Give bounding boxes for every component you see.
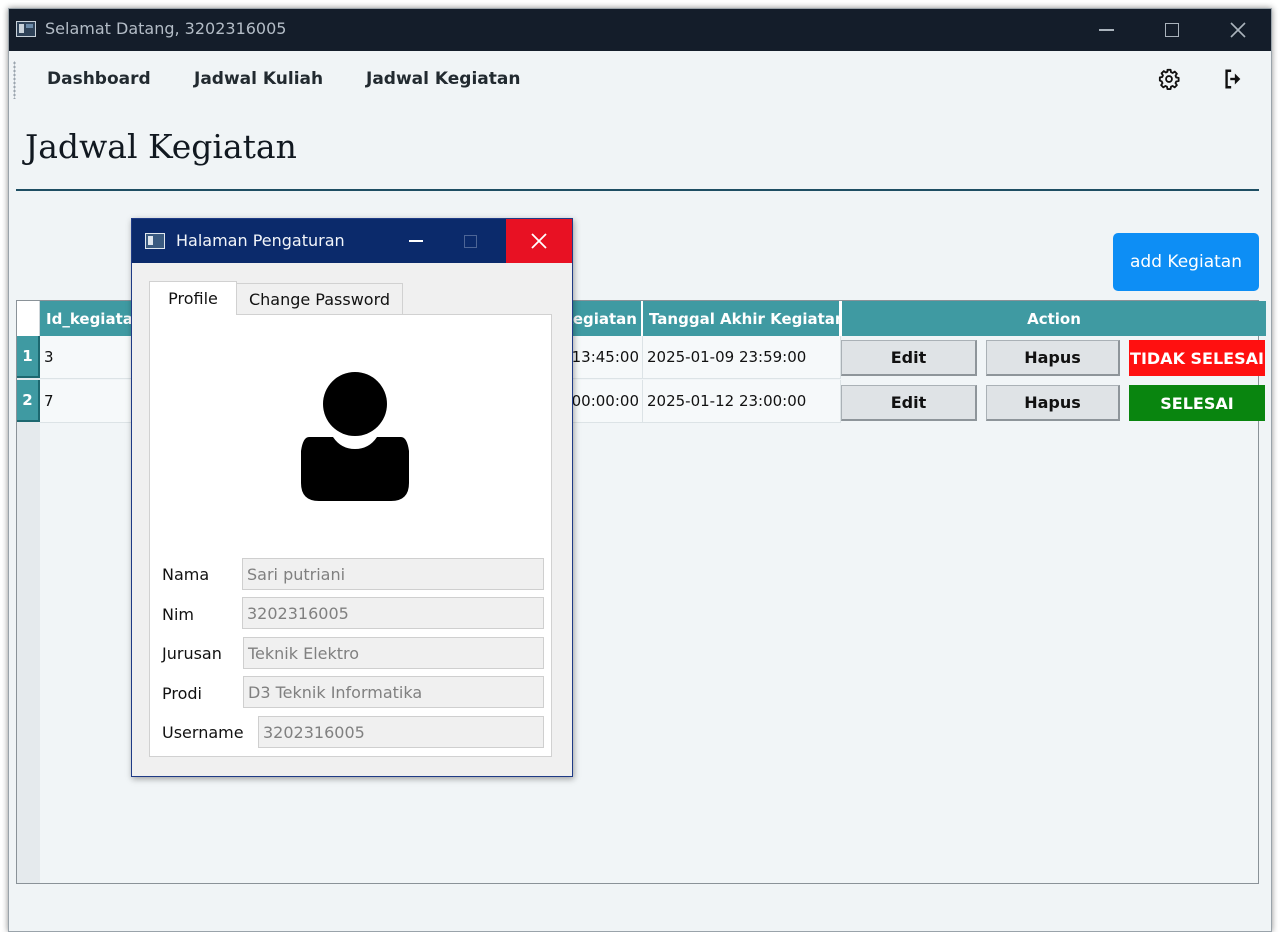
field-label-prodi: Prodi (162, 684, 202, 703)
title-divider (16, 189, 1259, 191)
field-label-nim: Nim (162, 605, 194, 624)
add-kegiatan-button[interactable]: add Kegiatan (1113, 233, 1259, 291)
logout-icon (1225, 69, 1241, 89)
tab-change-password[interactable]: Change Password (237, 283, 403, 314)
tab-profile[interactable]: Profile (149, 281, 237, 315)
logout-button[interactable] (1220, 66, 1246, 92)
close-icon (531, 233, 547, 249)
cell-tanggal-akhir[interactable]: 2025-01-12 23:00:00 (643, 380, 841, 423)
maximize-icon (463, 234, 477, 248)
hapus-button[interactable]: Hapus (986, 340, 1120, 376)
maximize-button[interactable] (1139, 9, 1205, 51)
field-label-username: Username (162, 723, 244, 742)
page-title: Jadwal Kegiatan (25, 127, 297, 166)
nav-jadwal-kuliah[interactable]: Jadwal Kuliah (194, 69, 323, 89)
jurusan-field[interactable]: Teknik Elektro (243, 637, 544, 669)
user-icon (301, 372, 409, 501)
table-corner[interactable] (17, 301, 40, 336)
column-header-action[interactable]: Action (841, 301, 1266, 336)
row-number[interactable]: 1 (17, 336, 40, 378)
minimize-button[interactable] (1073, 9, 1139, 51)
dialog-maximize-button[interactable] (448, 219, 492, 263)
close-icon (1230, 22, 1246, 38)
edit-button[interactable]: Edit (841, 385, 977, 421)
column-header-tanggal-akhir[interactable]: Tanggal Akhir Kegiatan (643, 301, 841, 336)
field-label-nama: Nama (162, 565, 210, 584)
main-window: Selamat Datang, 3202316005 Dashboard Jad… (8, 8, 1272, 932)
dialog-close-button[interactable] (506, 219, 572, 263)
gear-icon (1158, 68, 1180, 90)
minimize-icon (409, 240, 423, 242)
close-button[interactable] (1205, 9, 1271, 51)
app-icon (16, 21, 36, 37)
nama-field[interactable]: Sari putriani (242, 558, 544, 590)
username-field[interactable]: 3202316005 (258, 716, 544, 748)
navbar: Dashboard Jadwal Kuliah Jadwal Kegiatan (9, 51, 1271, 111)
dialog-minimize-button[interactable] (394, 219, 438, 263)
main-titlebar: Selamat Datang, 3202316005 (9, 9, 1271, 51)
window-title: Selamat Datang, 3202316005 (45, 19, 287, 38)
nim-field[interactable]: 3202316005 (242, 597, 544, 629)
dialog-titlebar[interactable]: Halaman Pengaturan (132, 219, 572, 263)
minimize-icon (1098, 29, 1114, 31)
status-button[interactable]: SELESAI (1129, 385, 1265, 421)
toolbar-grip[interactable] (13, 61, 16, 99)
status-button[interactable]: TIDAK SELESAI (1129, 340, 1265, 376)
edit-button[interactable]: Edit (841, 340, 977, 376)
hapus-button[interactable]: Hapus (986, 385, 1120, 421)
row-number[interactable]: 2 (17, 380, 40, 422)
nav-jadwal-kegiatan[interactable]: Jadwal Kegiatan (366, 69, 520, 89)
prodi-field[interactable]: D3 Teknik Informatika (243, 676, 544, 708)
nav-dashboard[interactable]: Dashboard (47, 69, 151, 89)
cell-tanggal-akhir[interactable]: 2025-01-09 23:59:00 (643, 336, 841, 379)
maximize-icon (1165, 23, 1179, 37)
settings-dialog: Halaman Pengaturan Profile Change Passwo… (131, 218, 573, 777)
dialog-title: Halaman Pengaturan (176, 231, 345, 250)
dialog-app-icon (145, 233, 165, 249)
field-label-jurusan: Jurusan (162, 644, 222, 663)
settings-button[interactable] (1156, 66, 1182, 92)
